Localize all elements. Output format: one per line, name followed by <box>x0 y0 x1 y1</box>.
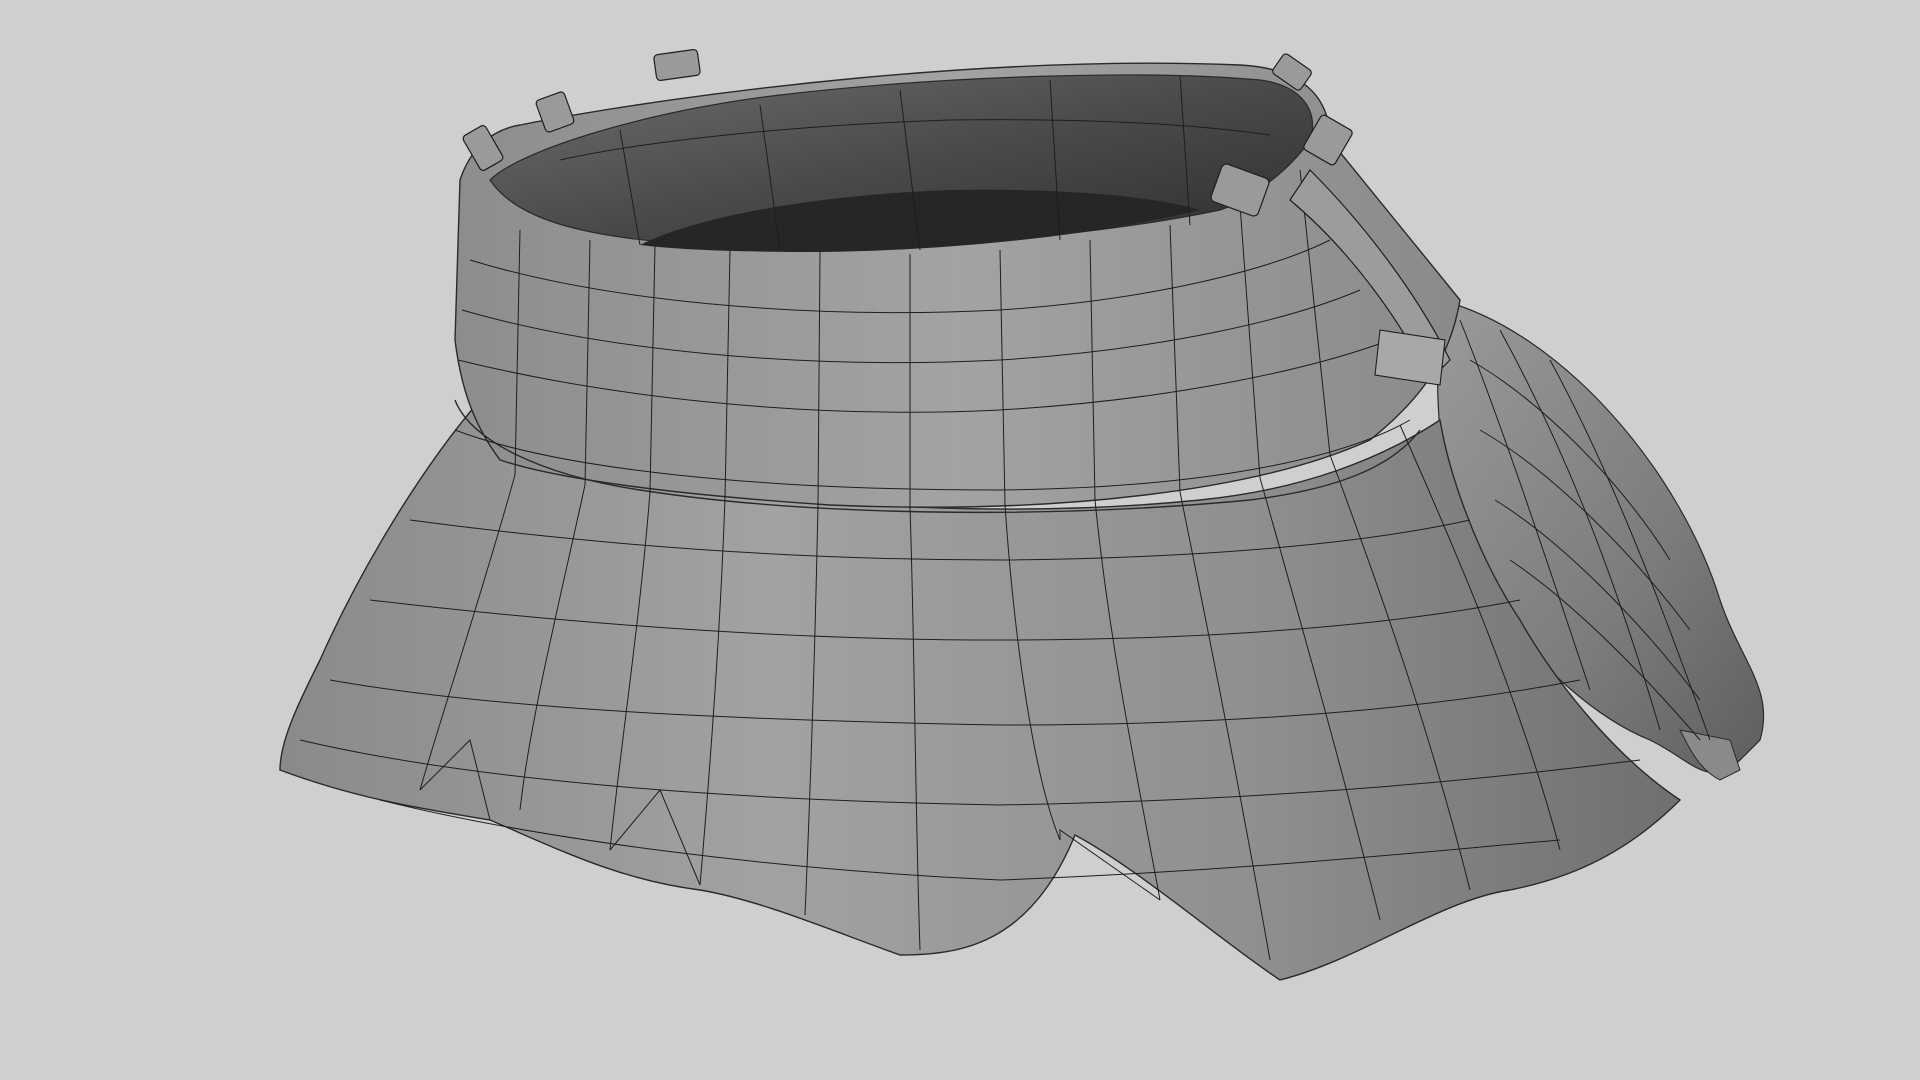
skirt-mesh-render <box>279 48 1765 981</box>
belt-loop-3 <box>653 48 701 82</box>
3d-viewport[interactable] <box>0 0 1920 1080</box>
